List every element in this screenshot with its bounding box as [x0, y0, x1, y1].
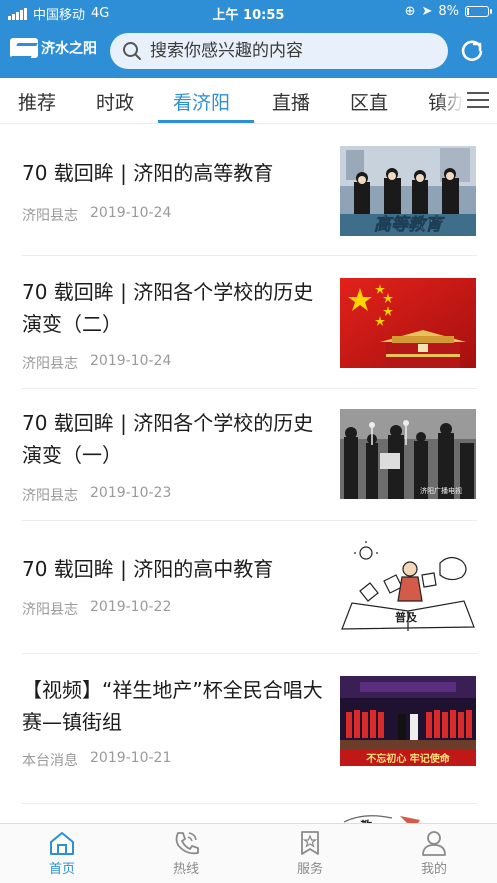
app-header: 济水之阳	[0, 26, 497, 74]
news-meta: 济阳县志 2019-10-23	[22, 485, 171, 505]
battery-fill	[467, 8, 469, 15]
thumb-caption: 不忘初心 牢记使命	[366, 752, 450, 765]
news-date: 2019-10-21	[90, 750, 172, 766]
refresh-icon[interactable]	[459, 39, 485, 65]
search-bar[interactable]	[110, 33, 448, 69]
news-date: 2019-10-24	[90, 205, 172, 221]
user-icon	[422, 831, 446, 856]
location-icon: ➤	[421, 4, 433, 19]
status-bar: 中国移动 4G 上午 10:55 ⊕ ➤ 8%	[0, 0, 497, 24]
nav-home-label: 首页	[48, 862, 75, 877]
news-source: 济阳县志	[22, 602, 78, 618]
tab-district[interactable]: 区直	[350, 88, 388, 115]
thumb-caption: 高等教育	[374, 215, 445, 235]
list-item[interactable]: 70 载回眸 | 济阳各个学校的历史演变（一） 济阳县志 2019-10-23 …	[22, 389, 477, 521]
list-item[interactable]: 70 载回眸 | 济阳的高等教育 济阳县志 2019-10-24 高等教育	[22, 124, 477, 256]
home-icon	[50, 832, 74, 855]
nav-service[interactable]: 服务	[248, 828, 372, 882]
phone-icon	[175, 832, 199, 855]
news-date: 2019-10-24	[90, 353, 172, 369]
logo-text: 济水之阳	[41, 41, 97, 57]
nav-profile[interactable]: 我的	[372, 828, 496, 882]
news-title: 70 载回眸 | 济阳的高中教育	[22, 557, 274, 581]
tab-politics[interactable]: 时政	[96, 88, 134, 115]
news-thumbnail: 济阳广播电视	[340, 409, 476, 499]
nav-hotline-label: 热线	[172, 862, 199, 877]
battery-percent: 8%	[438, 4, 459, 19]
news-meta: 济阳县志 2019-10-22	[22, 599, 171, 619]
news-thumbnail	[340, 278, 476, 368]
tab-recommend[interactable]: 推荐	[18, 88, 56, 115]
active-tab-indicator	[158, 120, 254, 123]
tab-jiyang[interactable]: 看济阳	[173, 88, 230, 115]
news-source: 济阳县志	[22, 488, 78, 504]
news-thumbnail: 高等教育	[340, 146, 476, 236]
news-thumbnail: 不忘初心 牢记使命	[340, 676, 476, 766]
news-source: 济阳县志	[22, 356, 78, 372]
menu-icon[interactable]	[467, 92, 489, 108]
news-date: 2019-10-23	[90, 485, 172, 501]
tab-live[interactable]: 直播	[272, 88, 310, 115]
news-source: 本台消息	[22, 753, 78, 769]
logo-mark-icon	[10, 38, 38, 58]
search-input[interactable]	[150, 41, 440, 61]
top-bar: 中国移动 4G 上午 10:55 ⊕ ➤ 8% 济水之阳	[0, 0, 497, 78]
news-title: 70 载回眸 | 济阳各个学校的历史演变（一）	[22, 411, 314, 467]
nav-service-label: 服务	[296, 862, 323, 877]
lock-rotation-icon: ⊕	[404, 4, 416, 19]
news-date: 2019-10-22	[90, 599, 172, 615]
bottom-nav: 首页 热线 服务 我的	[0, 823, 497, 883]
search-icon	[123, 42, 141, 60]
thumb-caption: 济阳广播电视	[420, 486, 462, 495]
news-source: 济阳县志	[22, 208, 78, 224]
news-meta: 本台消息 2019-10-21	[22, 750, 171, 770]
news-thumbnail: 普及	[340, 541, 476, 631]
news-title: 【视频】“祥生地产”杯全民合唱大赛—镇街组	[22, 678, 323, 734]
list-item[interactable]: 70 载回眸 | 济阳的高中教育 济阳县志 2019-10-22 普及	[22, 521, 477, 654]
news-meta: 济阳县志 2019-10-24	[22, 205, 171, 225]
app-logo[interactable]: 济水之阳	[10, 38, 97, 58]
bookmark-star-icon	[301, 831, 319, 855]
nav-profile-label: 我的	[420, 862, 447, 877]
news-title: 70 载回眸 | 济阳的高等教育	[22, 161, 274, 185]
list-item[interactable]: 70 载回眸 | 济阳各个学校的历史演变（二） 济阳县志 2019-10-24	[22, 256, 477, 389]
nav-home[interactable]: 首页	[0, 828, 124, 882]
nav-hotline[interactable]: 热线	[124, 828, 248, 882]
category-tabs: 推荐 时政 看济阳 直播 区直 镇办	[0, 78, 497, 124]
news-title: 70 载回眸 | 济阳各个学校的历史演变（二）	[22, 280, 314, 336]
news-meta: 济阳县志 2019-10-24	[22, 353, 171, 373]
battery-icon	[465, 6, 492, 17]
thumb-caption: 普及	[395, 610, 418, 624]
list-item[interactable]: 【视频】“祥生地产”杯全民合唱大赛—镇街组 本台消息 2019-10-21 不忘…	[22, 654, 477, 804]
